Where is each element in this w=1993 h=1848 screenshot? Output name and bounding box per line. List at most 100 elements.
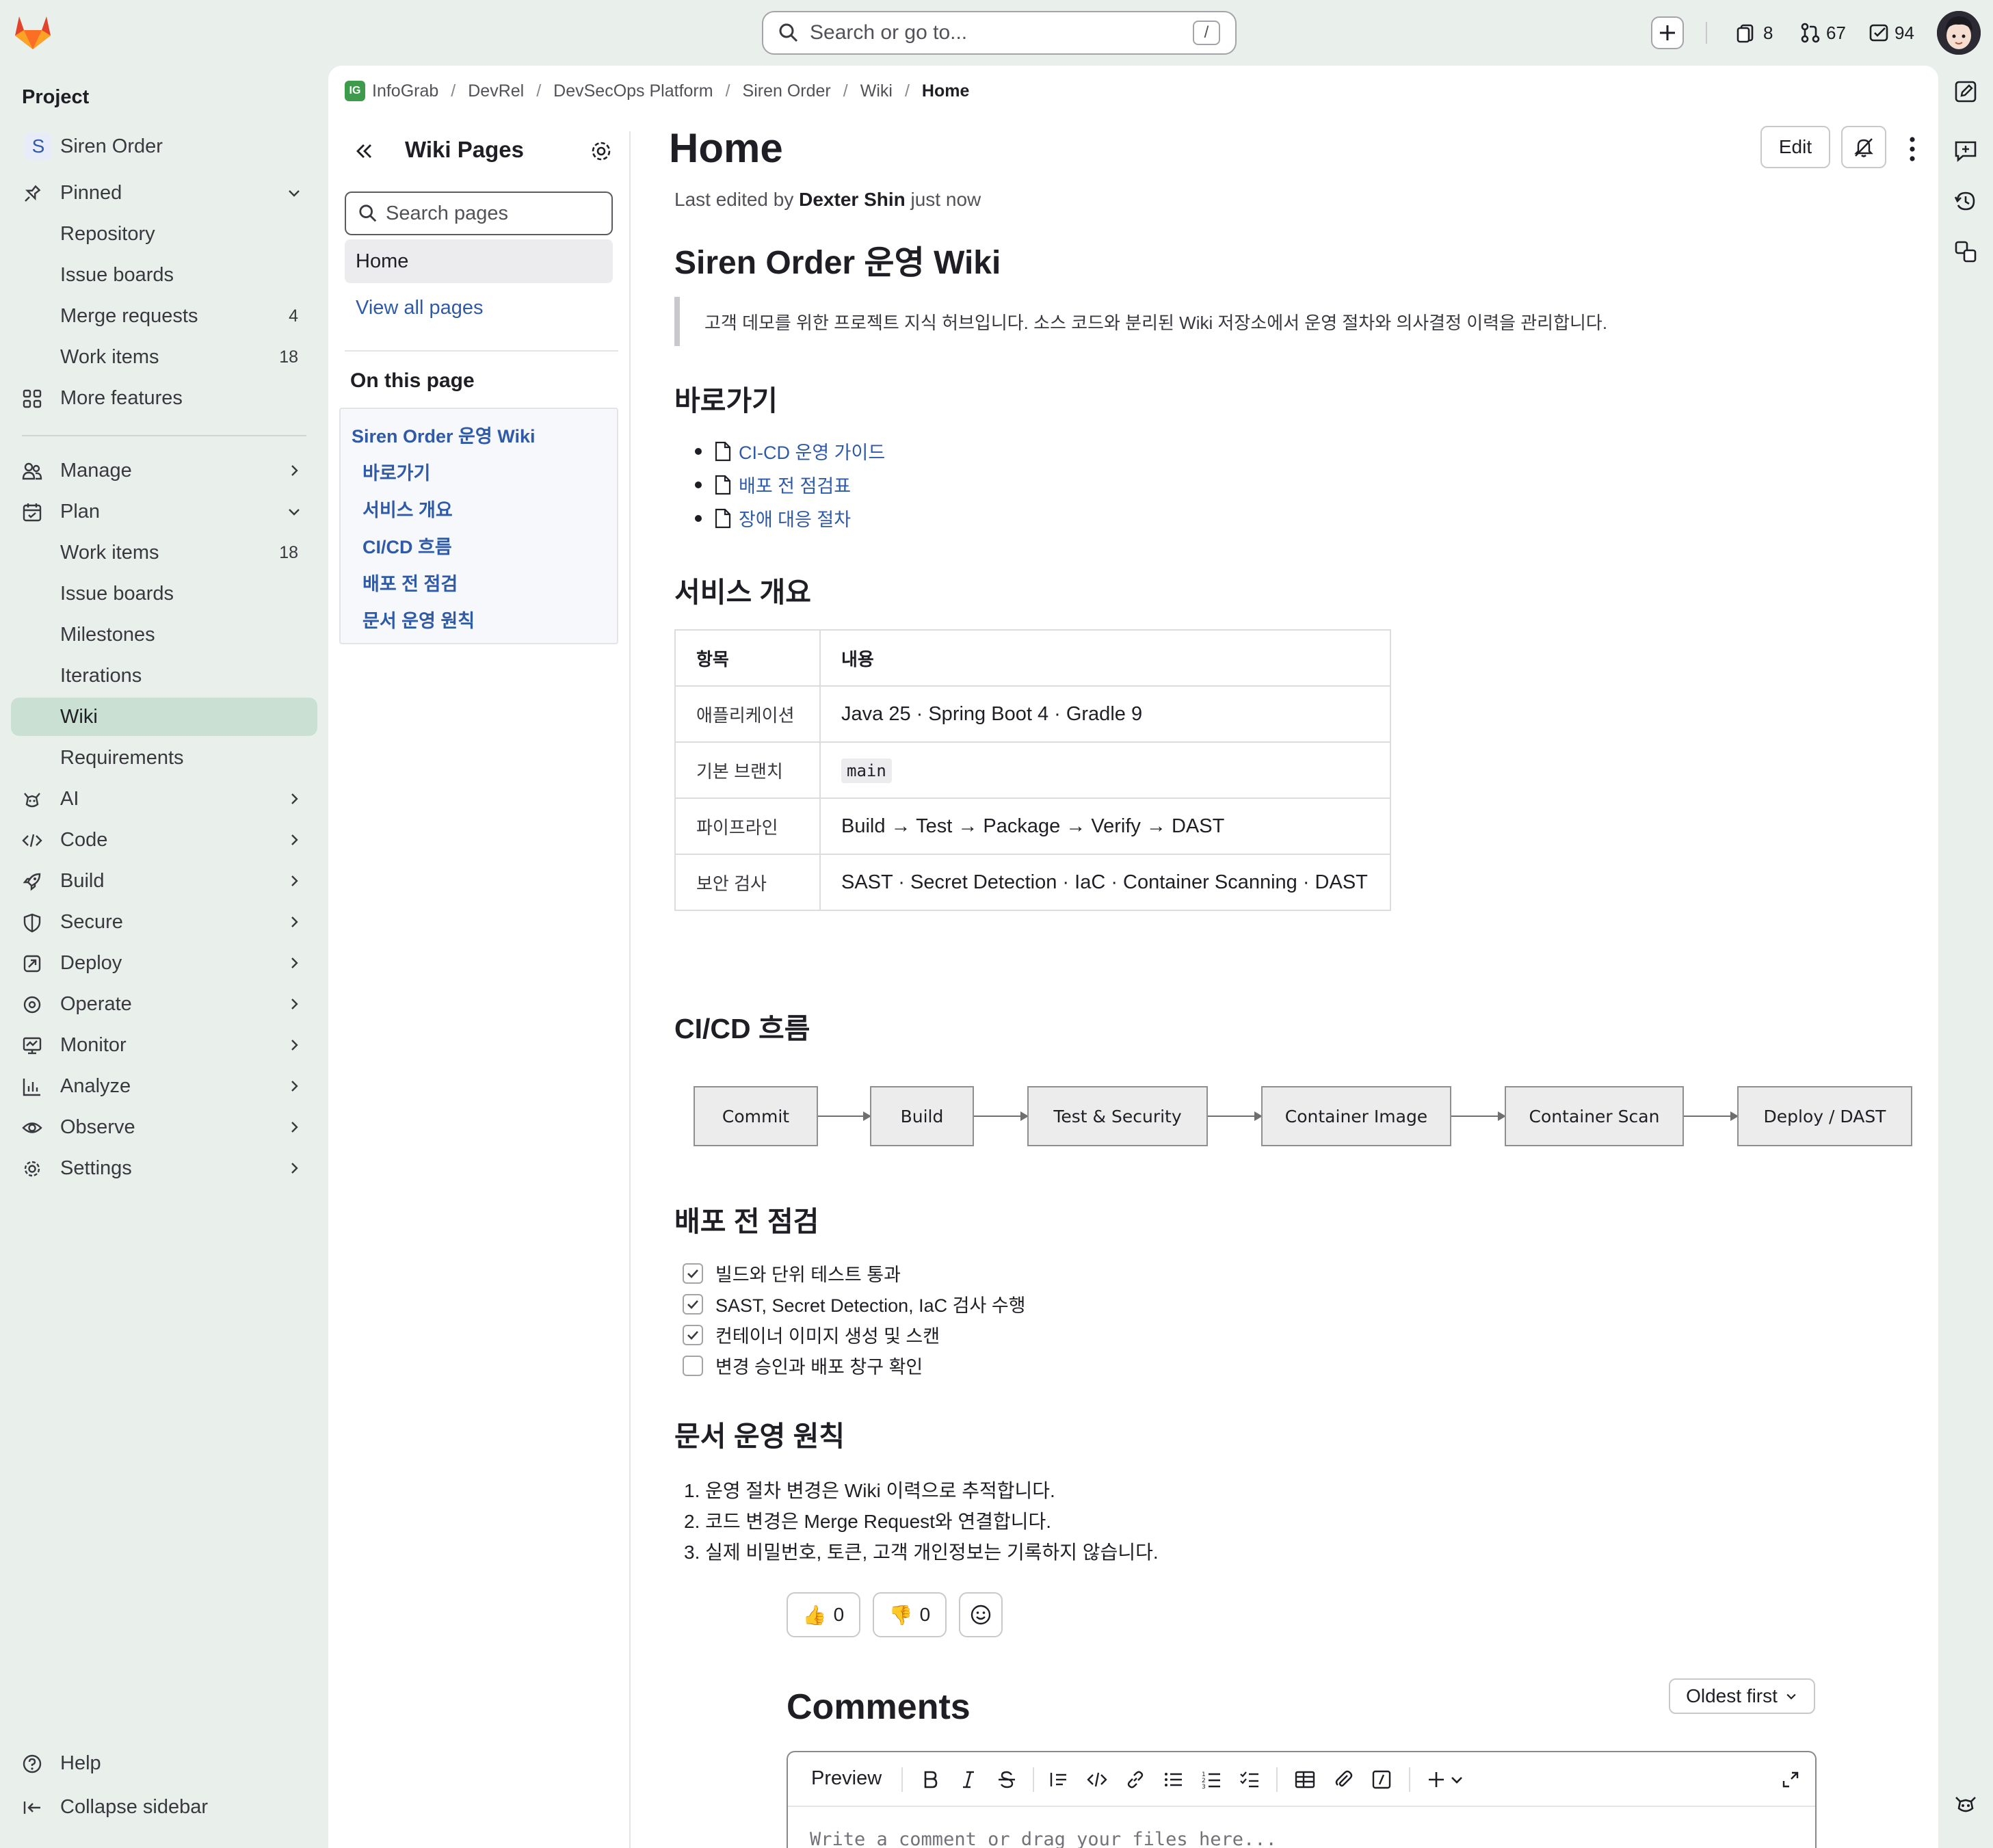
flow-step: Container Image: [1261, 1086, 1451, 1146]
search-pages-placeholder: Search pages: [386, 202, 508, 224]
fullscreen-icon[interactable]: [1781, 1769, 1800, 1791]
add-comment-icon[interactable]: [1953, 138, 1978, 163]
user-avatar[interactable]: [1937, 11, 1981, 55]
gitlab-logo-icon[interactable]: [14, 14, 52, 51]
global-search[interactable]: Search or go to... /: [762, 11, 1237, 55]
shortcut-label: CI-CD 운영 가이드: [739, 443, 886, 463]
sidebar-item-more-features[interactable]: More features: [11, 379, 317, 417]
checklist-item[interactable]: 변경 승인과 배포 창구 확인: [683, 1352, 923, 1379]
chevron-down-icon: [289, 190, 300, 197]
sidebar-item-count: 4: [289, 306, 298, 326]
sidebar-project-link[interactable]: S Siren Order: [11, 127, 317, 166]
checkbox-checked[interactable]: [683, 1293, 703, 1315]
task-list-icon[interactable]: [1239, 1769, 1261, 1791]
slash-commands-icon[interactable]: [1371, 1769, 1393, 1791]
chevron-down-icon[interactable]: [1449, 1769, 1465, 1791]
compare-icon[interactable]: [1953, 239, 1978, 264]
plus-icon[interactable]: [1425, 1769, 1447, 1791]
link-icon[interactable]: [1124, 1769, 1146, 1791]
flow-arrow: [1684, 1111, 1739, 1121]
checklist-item[interactable]: 컨테이너 이미지 생성 및 스캔: [683, 1321, 940, 1348]
preview-tab[interactable]: Preview: [811, 1767, 882, 1790]
add-reaction-button[interactable]: [959, 1592, 1003, 1637]
table-icon[interactable]: [1294, 1769, 1316, 1791]
history-icon[interactable]: [1953, 189, 1978, 213]
shortcut-link-deploy-checklist[interactable]: 배포 전 점검표: [695, 471, 851, 498]
italic-icon[interactable]: [958, 1769, 979, 1791]
sidebar-item-settings[interactable]: Settings: [11, 1149, 317, 1187]
view-all-pages-link[interactable]: View all pages: [356, 297, 483, 319]
toc-link[interactable]: 서비스 개요: [362, 495, 453, 522]
checkbox-unchecked[interactable]: [683, 1355, 703, 1376]
help-button[interactable]: Help: [11, 1744, 317, 1782]
sidebar-item-observe[interactable]: Observe: [11, 1108, 317, 1146]
thumbs-up-icon: 👍: [802, 1604, 827, 1626]
double-chevron-left-icon[interactable]: [353, 140, 376, 163]
wiki-page-home[interactable]: Home: [345, 239, 613, 283]
comments-sort-dropdown[interactable]: Oldest first: [1669, 1678, 1815, 1714]
sidebar-item-secure[interactable]: Secure: [11, 903, 317, 941]
sidebar-item-deploy[interactable]: Deploy: [11, 944, 317, 982]
merge-requests-button[interactable]: 67: [1800, 16, 1846, 49]
more-actions-icon[interactable]: [1905, 135, 1919, 163]
numbered-list-icon[interactable]: 1 2 3: [1201, 1769, 1223, 1791]
sidebar-item-milestones[interactable]: Milestones: [11, 616, 317, 654]
issues-button[interactable]: 8: [1736, 16, 1773, 49]
strikethrough-icon[interactable]: [996, 1769, 1018, 1791]
toc-link[interactable]: 배포 전 점검: [362, 569, 458, 596]
sidebar-item-plan-issue-boards[interactable]: Issue boards: [11, 575, 317, 613]
checklist-item[interactable]: SAST, Secret Detection, IaC 검사 수행: [683, 1291, 1026, 1317]
checkbox-checked[interactable]: [683, 1324, 703, 1345]
sidebar-item-iterations[interactable]: Iterations: [11, 657, 317, 695]
toc-link[interactable]: 문서 운영 원칙: [362, 606, 475, 633]
attachment-icon[interactable]: [1332, 1769, 1354, 1791]
sidebar-item-analyze[interactable]: Analyze: [11, 1067, 317, 1105]
ai-sparkle-icon: [24, 793, 40, 808]
checklist-item[interactable]: 빌드와 단위 테스트 통과: [683, 1260, 901, 1286]
shortcut-link-incident-procedure[interactable]: 장애 대응 절차: [695, 505, 851, 531]
sidebar-item-wiki[interactable]: Wiki: [11, 698, 317, 736]
sidebar-item-code[interactable]: Code: [11, 821, 317, 859]
create-new-button[interactable]: [1651, 16, 1684, 49]
notifications-toggle-button[interactable]: [1841, 126, 1886, 168]
sidebar-item-repository[interactable]: Repository: [11, 215, 317, 253]
duo-chat-icon[interactable]: [1953, 1792, 1978, 1817]
table-header: 항목: [674, 629, 821, 687]
edit-note-icon[interactable]: [1953, 79, 1978, 104]
gear-icon[interactable]: [590, 140, 613, 163]
flow-step: Build: [870, 1086, 974, 1146]
sidebar-item-manage[interactable]: Manage: [11, 451, 317, 490]
todos-button[interactable]: 94: [1869, 16, 1914, 49]
sidebar-item-plan-work-items[interactable]: Work items 18: [11, 533, 317, 572]
toc-link[interactable]: 바로가기: [362, 458, 430, 485]
main-panel: IG InfoGrab / DevRel / DevSecOps Platfor…: [328, 66, 1938, 1848]
search-pages-input[interactable]: Search pages: [345, 192, 613, 235]
toc-link[interactable]: Siren Order 운영 Wiki: [352, 421, 536, 448]
collapse-sidebar-button[interactable]: Collapse sidebar: [11, 1788, 317, 1826]
checkbox-checked[interactable]: [683, 1263, 703, 1284]
comment-textarea[interactable]: Write a comment or drag your files here.…: [810, 1829, 1277, 1848]
table-cell-code: main: [819, 741, 1391, 799]
last-edited-author[interactable]: Dexter Shin: [799, 189, 906, 210]
edit-button[interactable]: Edit: [1760, 126, 1830, 168]
code-icon[interactable]: [1086, 1769, 1108, 1791]
eye-icon: [22, 1122, 42, 1133]
sidebar-pinned-toggle[interactable]: Pinned: [11, 174, 317, 212]
thumbs-down-button[interactable]: 👎 0: [873, 1592, 947, 1637]
sidebar-item-plan[interactable]: Plan: [11, 492, 317, 531]
sidebar-item-monitor[interactable]: Monitor: [11, 1026, 317, 1064]
sidebar-item-issue-boards[interactable]: Issue boards: [11, 256, 317, 294]
shortcut-link-cicd-guide[interactable]: CI-CD 운영 가이드: [695, 438, 885, 464]
sidebar-item-ai[interactable]: AI: [11, 780, 317, 818]
sidebar-item-requirements[interactable]: Requirements: [11, 739, 317, 777]
toc-link[interactable]: CI/CD 흐름: [362, 532, 452, 559]
blockquote-icon[interactable]: [1048, 1769, 1070, 1791]
bullet-list-icon[interactable]: [1163, 1769, 1185, 1791]
sidebar-item-operate[interactable]: Operate: [11, 985, 317, 1023]
sidebar-item-merge-requests[interactable]: Merge requests 4: [11, 297, 317, 335]
sidebar-item-work-items[interactable]: Work items 18: [11, 338, 317, 376]
issues-icon: [1737, 24, 1754, 43]
sidebar-item-build[interactable]: Build: [11, 862, 317, 900]
bold-icon[interactable]: [919, 1769, 941, 1791]
thumbs-up-button[interactable]: 👍 0: [787, 1592, 860, 1637]
